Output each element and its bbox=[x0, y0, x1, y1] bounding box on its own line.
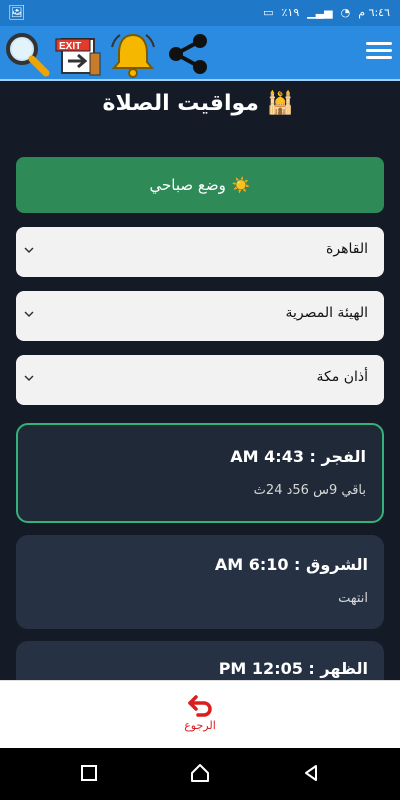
city-select[interactable]: القاهرة bbox=[16, 227, 384, 277]
battery-percent: ٪١٩ bbox=[281, 6, 300, 19]
day-mode-button[interactable]: ☀️ وضع صباحي bbox=[16, 157, 384, 213]
page-title: 🕌 مواقيت الصلاة bbox=[102, 91, 294, 116]
main-content: 🕌 مواقيت الصلاة ☀️ وضع صباحي القاهرة اله… bbox=[0, 81, 400, 680]
adhan-select[interactable]: أذان مكة bbox=[16, 355, 384, 405]
back-arrow-icon bbox=[188, 695, 212, 717]
home-icon[interactable] bbox=[189, 762, 211, 784]
prayer-status: انتهت bbox=[338, 591, 368, 606]
recents-icon[interactable] bbox=[78, 762, 100, 784]
prayer-title: الشروق : AM 6:10 bbox=[214, 555, 368, 574]
svg-text:EXIT: EXIT bbox=[59, 41, 81, 52]
mosque-icon: 🕌 bbox=[266, 91, 294, 116]
prayer-card-dhuhr: الظهر : PM 12:05 bbox=[16, 641, 384, 680]
method-select[interactable]: الهيئة المصرية bbox=[16, 291, 384, 341]
exit-icon[interactable]: EXIT bbox=[54, 29, 104, 79]
status-time: ٦:٤٦ م bbox=[358, 6, 390, 19]
back-nav-icon[interactable] bbox=[300, 762, 322, 784]
app-header: EXIT bbox=[0, 26, 400, 81]
back-label: الرجوع bbox=[184, 719, 216, 732]
status-bar: 🖼 ▭ ٪١٩ ▁▃▅ ◔ ٦:٤٦ م bbox=[0, 0, 400, 26]
bell-icon[interactable] bbox=[108, 29, 158, 79]
back-button[interactable]: الرجوع bbox=[175, 693, 225, 739]
prayer-title: الظهر : PM 12:05 bbox=[218, 659, 368, 678]
status-icons: ▭ ٪١٩ ▁▃▅ ◔ ٦:٤٦ م bbox=[263, 6, 390, 19]
chevron-down-icon bbox=[24, 375, 34, 382]
battery-icon: ▭ bbox=[263, 6, 274, 19]
page-title-text: مواقيت الصلاة bbox=[102, 91, 259, 116]
method-select-value: الهيئة المصرية bbox=[285, 305, 368, 321]
bottom-bar: الرجوع bbox=[0, 680, 400, 748]
prayer-title: الفجر : AM 4:43 bbox=[230, 447, 366, 466]
adhan-select-value: أذان مكة bbox=[316, 369, 368, 385]
sun-icon: ☀️ bbox=[231, 176, 251, 194]
sim-icon: 🖼 bbox=[8, 5, 26, 21]
prayer-countdown: باقي 9س 56د 24ث bbox=[253, 483, 366, 498]
search-icon[interactable] bbox=[2, 29, 52, 79]
chevron-down-icon bbox=[24, 311, 34, 318]
day-mode-label: وضع صباحي bbox=[149, 176, 226, 194]
share-icon[interactable] bbox=[162, 29, 212, 79]
prayer-card-sunrise: الشروق : AM 6:10 انتهت bbox=[16, 535, 384, 629]
city-select-value: القاهرة bbox=[326, 241, 368, 257]
signal-icon: ▁▃▅ bbox=[307, 6, 333, 19]
prayer-card-fajr: الفجر : AM 4:43 باقي 9س 56د 24ث bbox=[16, 423, 384, 523]
wifi-icon: ◔ bbox=[340, 6, 351, 19]
menu-icon[interactable] bbox=[366, 38, 392, 64]
chevron-down-icon bbox=[24, 247, 34, 254]
system-nav-bar bbox=[0, 748, 400, 800]
